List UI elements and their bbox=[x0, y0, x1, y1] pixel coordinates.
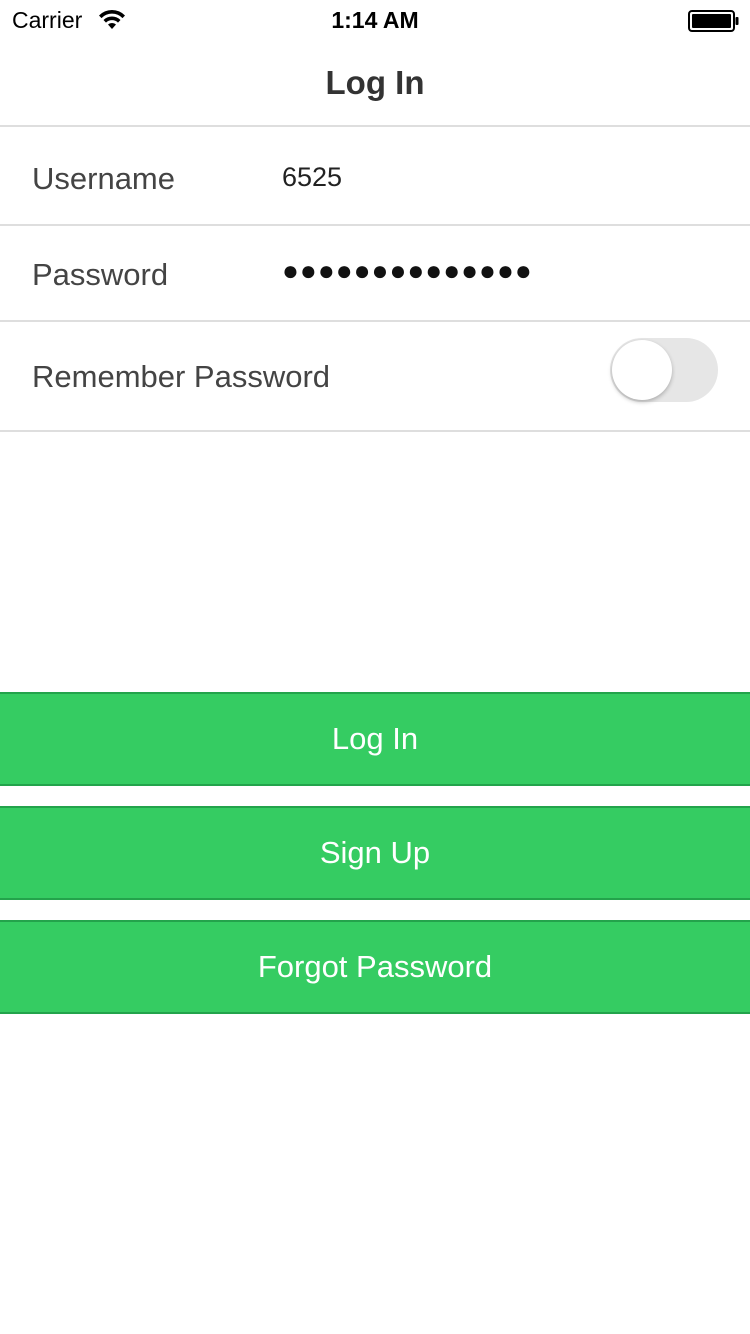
username-label: Username bbox=[32, 161, 175, 196]
status-time: 1:14 AM bbox=[331, 7, 419, 33]
password-field[interactable]: ●●●●●●●●●●●●●● bbox=[282, 255, 533, 287]
login-button[interactable]: Log In bbox=[0, 692, 750, 786]
page-title: Log In bbox=[325, 64, 425, 101]
toggle-knob bbox=[612, 340, 672, 400]
username-field[interactable]: 6525 bbox=[282, 162, 342, 193]
password-row[interactable]: Password ●●●●●●●●●●●●●● bbox=[0, 226, 750, 322]
status-bar: Carrier 1:14 AM bbox=[0, 0, 750, 40]
navigation-bar: Log In bbox=[0, 40, 750, 127]
battery-icon bbox=[688, 10, 739, 32]
forgot-password-button[interactable]: Forgot Password bbox=[0, 920, 750, 1014]
remember-password-row: Remember Password bbox=[0, 322, 750, 432]
remember-password-toggle[interactable] bbox=[610, 338, 718, 402]
username-row[interactable]: Username 6525 bbox=[0, 129, 750, 226]
remember-password-label: Remember Password bbox=[32, 359, 331, 394]
signup-button[interactable]: Sign Up bbox=[0, 806, 750, 900]
password-label: Password bbox=[32, 257, 169, 292]
